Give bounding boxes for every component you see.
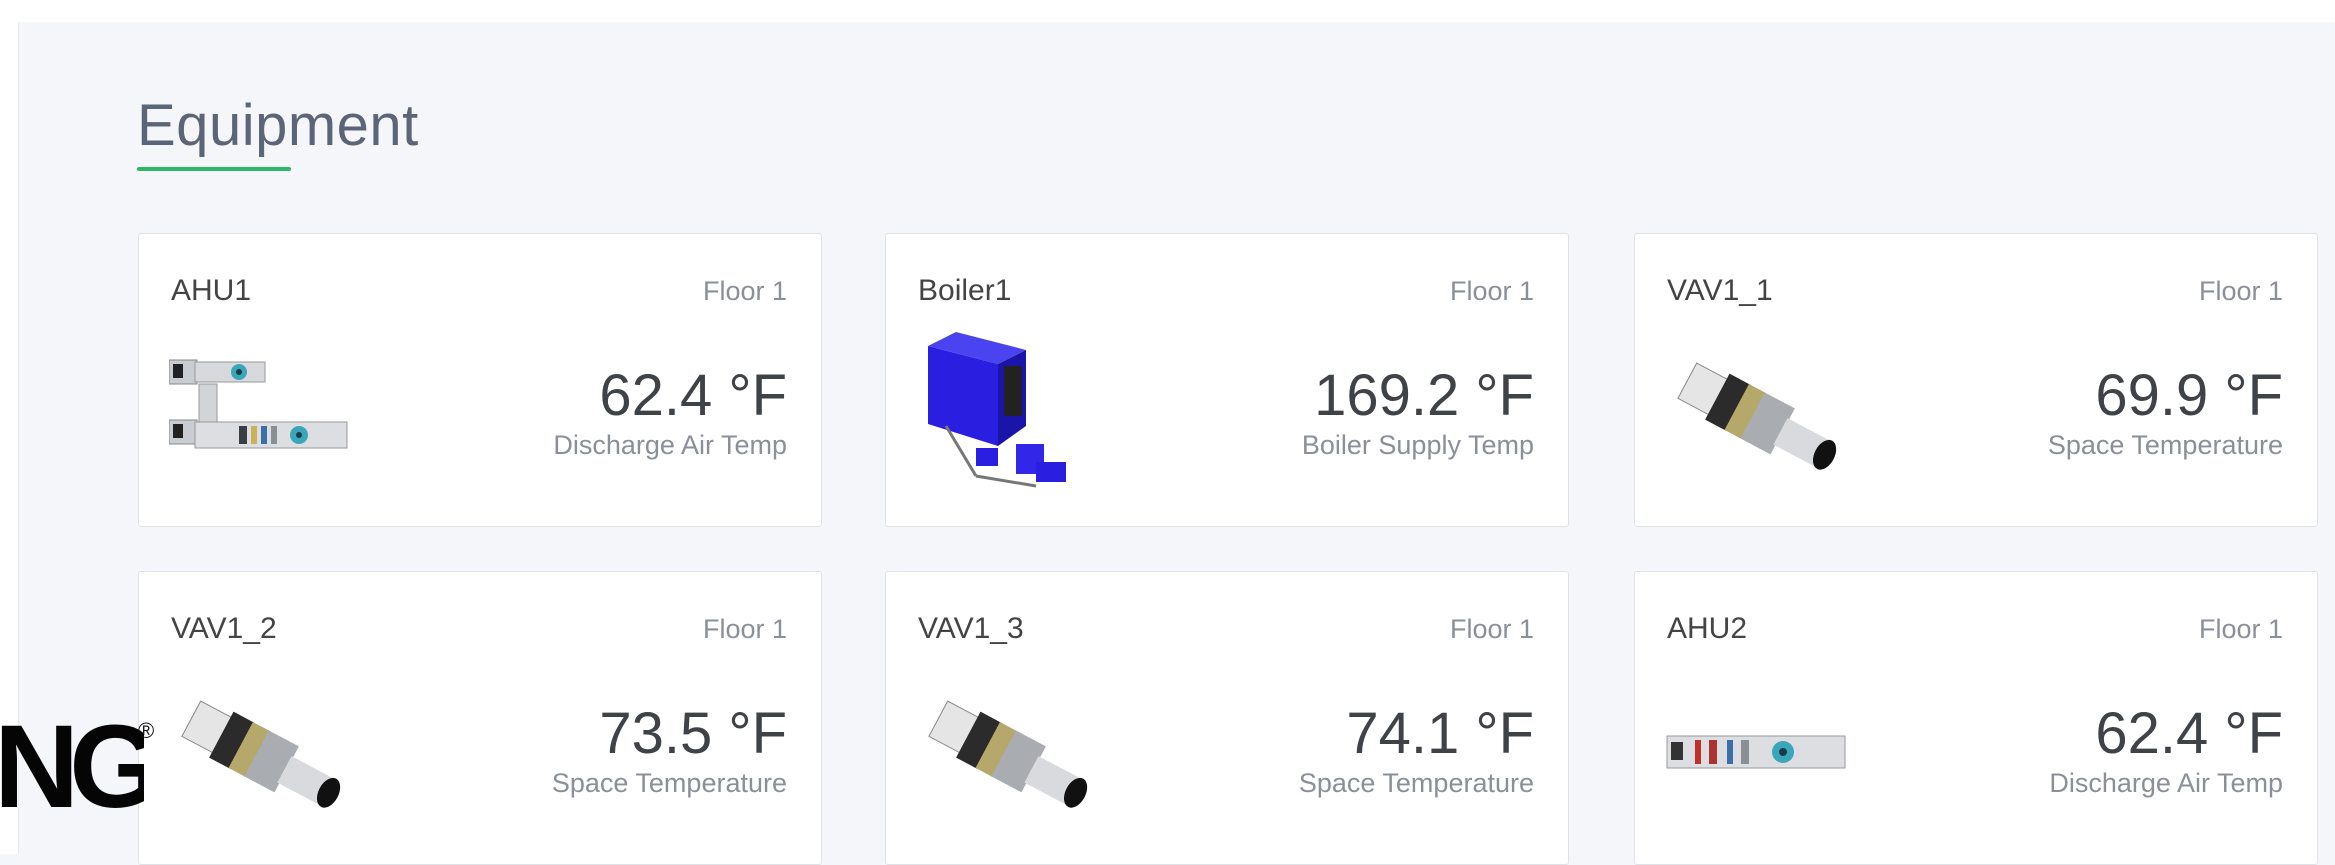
card-label: Space Temperature [551,768,787,798]
boiler-icon [928,332,1066,488]
card-label: Space Temperature [2047,430,2283,460]
registered-mark: ® [138,718,155,743]
card-floor: Floor 1 [702,276,787,306]
card-floor: Floor 1 [1449,276,1534,306]
card-value: 62.4 °F [2095,701,2283,766]
card-label: Discharge Air Temp [553,430,787,460]
card-value: 169.2 °F [1314,363,1534,428]
vav-box-icon [181,700,341,808]
card-value: 74.1 °F [1346,701,1534,766]
card-value: 73.5 °F [599,701,787,766]
card-floor: Floor 1 [1449,614,1534,644]
card-name: VAV1_3 [918,612,1024,645]
section-title: Equipment [137,93,419,158]
vav-box-icon [1677,362,1837,470]
card-name: AHU2 [1667,612,1748,645]
brand-logo: NG [0,702,144,832]
card-floor: Floor 1 [2198,276,2283,306]
equipment-card-ahu1[interactable]: AHU1 Floor 1 62.4 °F Discharge Air Temp [138,233,822,527]
card-label: Boiler Supply Temp [1301,430,1534,460]
card-name: VAV1_1 [1667,274,1773,307]
vav-box-icon [928,700,1088,808]
card-label: Discharge Air Temp [2049,768,2283,798]
card-name: VAV1_2 [171,612,277,645]
card-name: Boiler1 [918,274,1012,307]
equipment-card-vav1-2[interactable]: VAV1_2 Floor 1 73.5 °F Space Temperature [138,571,822,865]
ahu-unit-icon [169,359,348,449]
card-floor: Floor 1 [702,614,787,644]
equipment-card-ahu2[interactable]: AHU2 Floor 1 62.4 °F Discharge Air Temp [1634,571,2318,865]
card-floor: Floor 1 [2198,614,2283,644]
ahu-unit-icon [1666,735,1846,769]
top-bar [18,0,2335,22]
card-name: AHU1 [171,274,252,307]
equipment-card-vav1-1[interactable]: VAV1_1 Floor 1 69.9 °F Space Temperature [1634,233,2318,527]
equipment-card-vav1-3[interactable]: VAV1_3 Floor 1 74.1 °F Space Temperature [885,571,1569,865]
card-label: Space Temperature [1298,768,1534,798]
card-value: 69.9 °F [2095,363,2283,428]
card-value: 62.4 °F [599,363,787,428]
equipment-card-boiler1[interactable]: Boiler1 Floor 1 169.2 °F Boiler Supply T… [885,233,1569,527]
title-underline [137,167,291,171]
